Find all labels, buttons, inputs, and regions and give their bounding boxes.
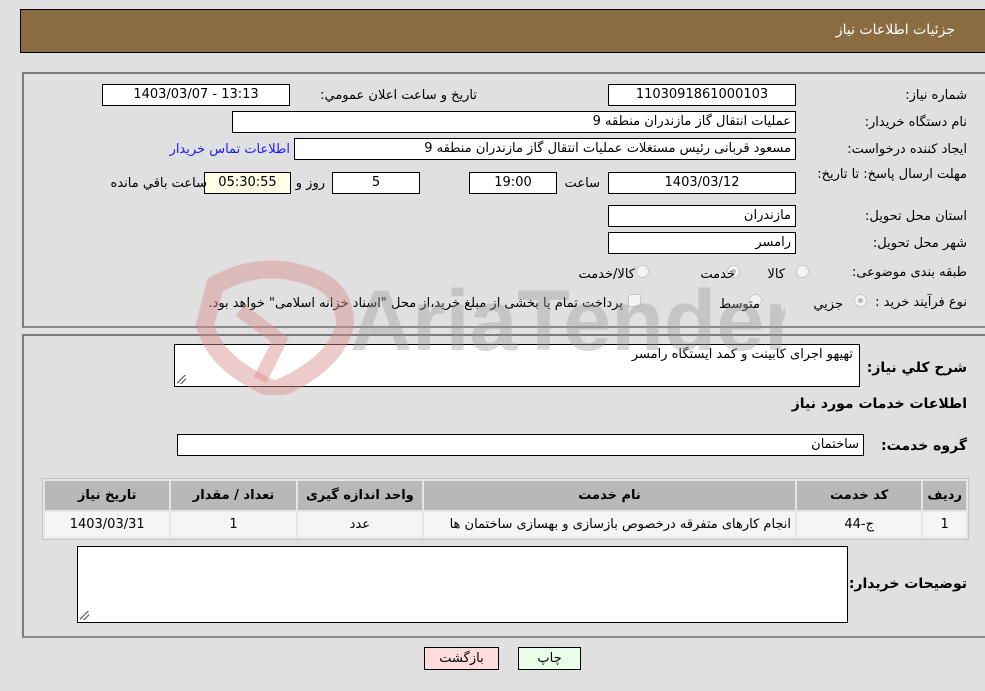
cell-service-code: ج-44 [797, 512, 922, 537]
cell-row-number: 1 [923, 512, 966, 537]
resize-grip-icon[interactable] [177, 375, 186, 384]
cell-service-name: انجام کارهای متفرقه درخصوص بازسازی و بهس… [424, 512, 796, 537]
purchase-type-option-minor: جزيي [813, 297, 843, 312]
province-field[interactable]: مازندران [608, 205, 796, 227]
service-group-label: گروه خدمت: [881, 438, 967, 454]
page-header: جزئیات اطلاعات نیاز [20, 9, 985, 53]
category-radio-goods-service[interactable] [636, 265, 649, 278]
col-service-name: نام خدمت [424, 481, 796, 510]
col-row-number: ردیف [923, 481, 966, 510]
description-text: تهیهو اجرای کابینت و کمد ایستگاه رامسر [631, 347, 853, 362]
buyer-notes-textarea[interactable] [77, 546, 848, 623]
announce-datetime-field[interactable]: 1403/03/07 - 13:13 [102, 84, 290, 106]
category-label: طبقه بندی موضوعی: [851, 265, 967, 280]
days-remaining-field[interactable]: 5 [332, 172, 420, 194]
cell-unit: عدد [297, 512, 423, 537]
description-label: شرح کلي نیاز: [866, 360, 967, 376]
table-row: 1 ج-44 انجام کارهای متفرقه درخصوص بازساز… [45, 512, 966, 537]
purchase-type-radio-minor[interactable] [854, 294, 867, 307]
need-number-label: شماره نیاز: [905, 88, 967, 103]
creator-field[interactable]: مسعود قربانی رئیس مستغلات عملیات انتقال … [294, 138, 796, 160]
category-radio-goods[interactable] [796, 265, 809, 278]
cell-quantity: 1 [171, 512, 296, 537]
page-title: جزئیات اطلاعات نیاز [835, 22, 955, 38]
col-service-code: کد خدمت [797, 481, 922, 510]
need-number-field[interactable]: 1103091861000103 [608, 84, 796, 106]
category-option-service: خدمت [700, 267, 735, 282]
description-textarea[interactable]: تهیهو اجرای کابینت و کمد ایستگاه رامسر [174, 344, 860, 387]
purchase-type-option-medium: متوسط [719, 297, 760, 312]
print-button[interactable]: چاپ [518, 647, 581, 670]
remaining-time-field: 05:30:55 [204, 172, 291, 194]
deadline-label: مهلت ارسال پاسخ: تا تاریخ: [817, 167, 967, 182]
service-group-field[interactable]: ساختمان [177, 434, 864, 456]
services-table: ردیف کد خدمت نام خدمت واحد اندازه گیری ت… [42, 478, 969, 540]
category-option-goods-service: کالا/خدمت [578, 267, 635, 282]
treasury-checkbox[interactable] [628, 294, 641, 307]
resize-grip-icon[interactable] [80, 611, 89, 620]
services-section-title: اطلاعات خدمات مورد نیاز [791, 396, 967, 412]
col-quantity: تعداد / مقدار [171, 481, 296, 510]
category-option-goods: کالا [767, 267, 785, 282]
remaining-time-label: ساعت باقي مانده [110, 176, 207, 191]
col-unit: واحد اندازه گیری [297, 481, 423, 510]
cell-need-date: 1403/03/31 [45, 512, 170, 537]
col-need-date: تاریخ نیاز [45, 481, 170, 510]
treasury-checkbox-label: پرداخت تمام یا بخشی از مبلغ خرید،از محل … [208, 296, 623, 311]
days-label: روز و [295, 176, 325, 191]
services-panel: شرح کلي نیاز: تهیهو اجرای کابینت و کمد ا… [22, 334, 985, 638]
deadline-date-field[interactable]: 1403/03/12 [608, 172, 796, 194]
back-button[interactable]: بازگشت [424, 647, 499, 670]
buyer-org-label: نام دستگاه خریدار: [864, 115, 967, 130]
buyer-org-field[interactable]: عملیات انتقال گاز مازندران منطقه 9 [232, 111, 796, 133]
announce-label: تاریخ و ساعت اعلان عمومي: [320, 88, 477, 103]
creator-label: ایجاد کننده درخواست: [847, 142, 967, 157]
table-header-row: ردیف کد خدمت نام خدمت واحد اندازه گیری ت… [45, 481, 966, 510]
city-label: شهر محل تحویل: [872, 236, 967, 251]
buyer-contact-link[interactable]: اطلاعات تماس خریدار [170, 142, 290, 157]
buyer-notes-label: توضیحات خریدار: [848, 576, 967, 592]
deadline-time-field[interactable]: 19:00 [469, 172, 557, 194]
purchase-type-label: نوع فرآیند خرید : [875, 295, 967, 310]
city-field[interactable]: رامسر [608, 232, 796, 254]
deadline-time-label: ساعت [564, 176, 600, 191]
province-label: استان محل تحویل: [865, 209, 967, 224]
details-panel: شماره نیاز: 1103091861000103 تاریخ و ساع… [22, 72, 985, 328]
